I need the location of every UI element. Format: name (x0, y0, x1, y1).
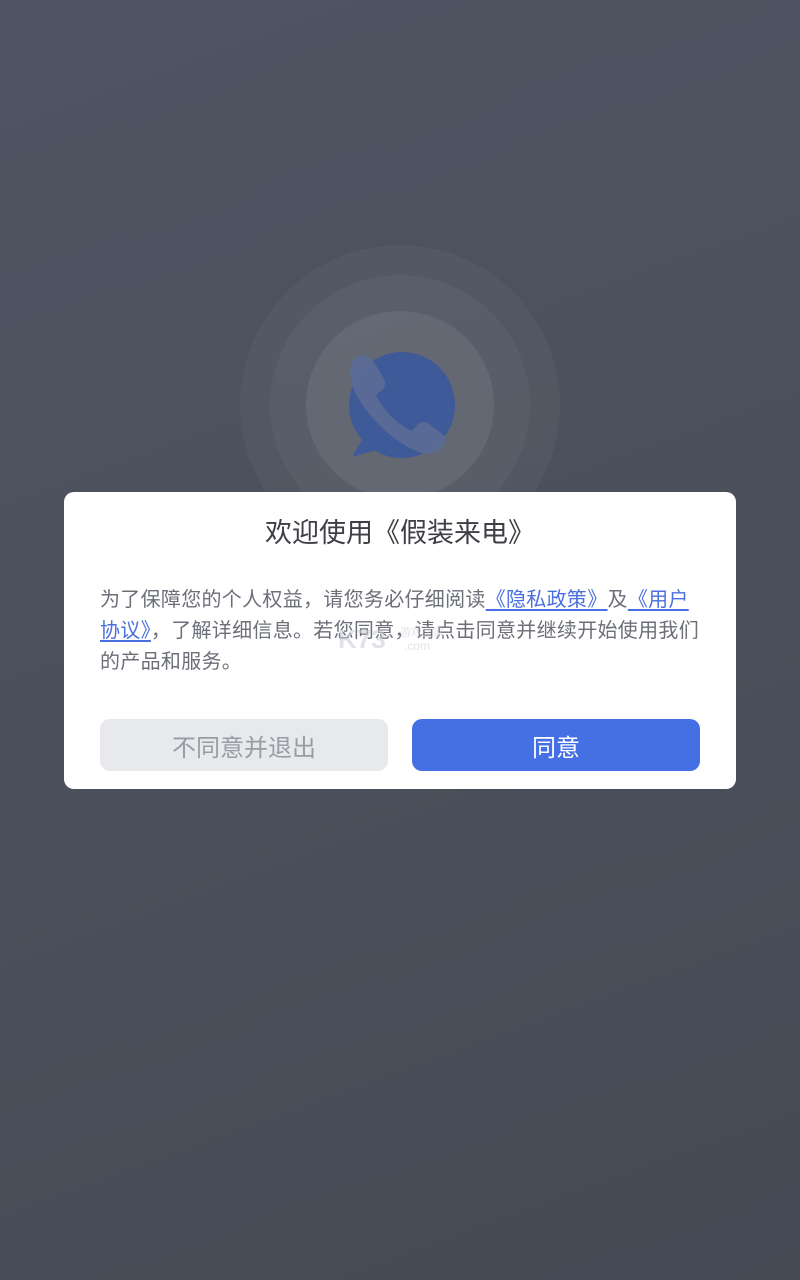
agree-button[interactable]: 同意 (412, 719, 700, 771)
site-watermark-logo: K73 游戏之家 .com (338, 624, 444, 654)
watermark-subtext: 游戏之家 (400, 625, 444, 639)
disagree-and-exit-button[interactable]: 不同意并退出 (100, 719, 388, 771)
watermark-text: K73 (338, 624, 386, 654)
dialog-title: 欢迎使用《假装来电》 (265, 518, 535, 549)
dialog-message-conjunction: 及 (607, 587, 628, 611)
phone-chat-bubble-icon (349, 352, 455, 458)
dialog-message-intro: 为了保障您的个人权益，请您务必仔细阅读 (100, 587, 486, 611)
privacy-policy-link[interactable]: 《隐私政策》 (486, 587, 608, 611)
watermark-domain: .com (404, 639, 430, 653)
